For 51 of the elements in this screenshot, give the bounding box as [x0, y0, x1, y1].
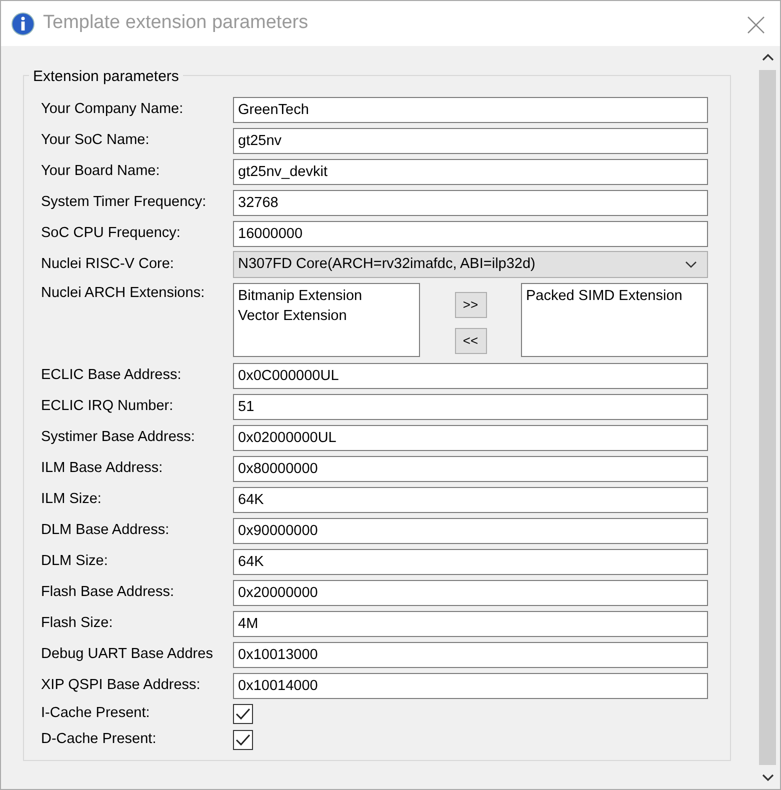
text-field[interactable]: 4M: [233, 610, 708, 636]
info-icon: [11, 12, 35, 36]
text-field[interactable]: 0x10014000: [233, 672, 708, 698]
field-label: ECLIC IRQ Number:: [41, 396, 174, 416]
text-field[interactable]: GreenTech: [233, 96, 708, 122]
text-field[interactable]: 0x0C000000UL: [233, 362, 708, 388]
text-field[interactable]: gt25nv: [233, 128, 708, 154]
close-button[interactable]: [746, 14, 766, 34]
text-field[interactable]: 51: [233, 394, 708, 420]
scroll-down-icon[interactable]: [762, 774, 774, 782]
list-item[interactable]: Packed SIMD Extension: [526, 286, 703, 306]
field-label: ILM Base Address:: [41, 458, 164, 478]
field-label: Nuclei ARCH Extensions:: [41, 284, 206, 303]
field-label: Your SoC Name:: [41, 130, 150, 150]
field-label: System Timer Frequency:: [41, 192, 208, 212]
text-field[interactable]: 0x80000000: [233, 456, 708, 482]
field-label: Your Company Name:: [41, 100, 184, 119]
text-field[interactable]: 16000000: [233, 220, 708, 246]
dropdown[interactable]: N307FD Core(ARCH=rv32imafdc, ABI=ilp32d): [233, 251, 708, 278]
scroll-thumb[interactable]: [759, 70, 776, 765]
add-button[interactable]: >>: [454, 292, 486, 318]
list-item[interactable]: Bitmanip Extension: [238, 286, 415, 306]
text-field[interactable]: 32768: [233, 190, 708, 216]
field-label: Systimer Base Address:: [41, 428, 196, 447]
field-label: XIP QSPI Base Address:: [41, 676, 202, 695]
text-field[interactable]: 0x90000000: [233, 518, 708, 544]
field-label: Flash Base Address:: [41, 582, 175, 602]
checkbox[interactable]: [233, 704, 253, 724]
scroll-up-icon[interactable]: [762, 53, 774, 61]
field-label: Flash Size:: [41, 614, 114, 633]
chevron-down-icon: [685, 261, 697, 268]
remove-button[interactable]: <<: [454, 328, 486, 354]
field-label: D-Cache Present:: [41, 730, 158, 750]
field-label: Debug UART Base Addres: [41, 644, 214, 664]
text-field[interactable]: 0x20000000: [233, 580, 708, 606]
text-field[interactable]: 0x02000000UL: [233, 424, 708, 450]
window-title: Template extension parameters: [43, 11, 308, 36]
field-label: Your Board Name:: [41, 162, 161, 181]
text-field[interactable]: 64K: [233, 548, 708, 574]
field-label: ILM Size:: [41, 490, 102, 509]
text-field[interactable]: 64K: [233, 486, 708, 512]
field-label: DLM Base Address:: [41, 520, 170, 540]
text-field[interactable]: 0x10013000: [233, 642, 708, 668]
field-label: Nuclei RISC-V Core:: [41, 254, 175, 274]
field-label: I-Cache Present:: [41, 704, 151, 724]
checkbox[interactable]: [233, 730, 253, 750]
field-label: DLM Size:: [41, 552, 109, 571]
field-label: SoC CPU Frequency:: [41, 224, 182, 243]
field-label: ECLIC Base Address:: [41, 366, 182, 385]
list-item[interactable]: Vector Extension: [238, 306, 415, 326]
text-field[interactable]: gt25nv_devkit: [233, 158, 708, 184]
